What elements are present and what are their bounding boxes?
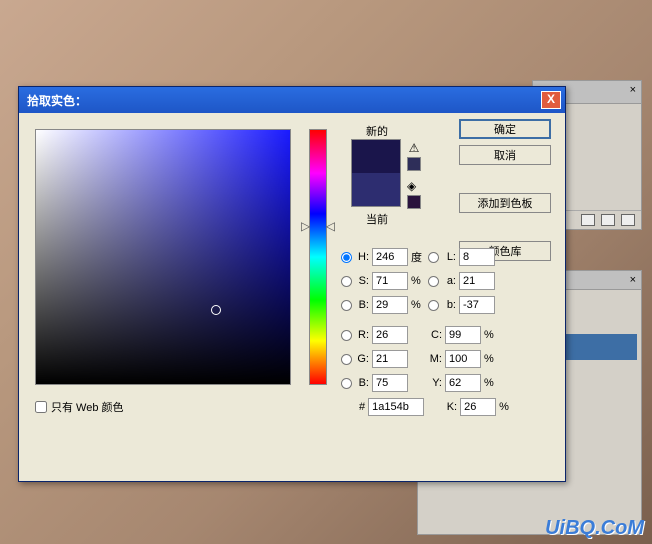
s-radio[interactable]: [341, 276, 352, 287]
k-input[interactable]: [460, 398, 496, 416]
bb-radio[interactable]: [341, 378, 352, 389]
titlebar[interactable]: 拾取实色： X: [19, 87, 565, 113]
y-input[interactable]: [445, 374, 481, 392]
bv-input[interactable]: [372, 296, 408, 314]
close-button[interactable]: X: [541, 91, 561, 109]
footer-icon[interactable]: [601, 214, 615, 226]
c-input[interactable]: [445, 326, 481, 344]
hue-slider[interactable]: [309, 129, 327, 385]
dialog-title: 拾取实色：: [27, 92, 87, 109]
s-input[interactable]: [372, 272, 408, 290]
sv-handle[interactable]: [211, 305, 221, 315]
r-input[interactable]: [372, 326, 408, 344]
l-input[interactable]: [459, 248, 495, 266]
panel-close-icon[interactable]: ×: [630, 274, 636, 286]
color-swatches: [351, 139, 401, 207]
h-input[interactable]: [372, 248, 408, 266]
websafe-swatch[interactable]: [407, 195, 421, 209]
g-radio[interactable]: [341, 354, 352, 365]
g-input[interactable]: [372, 350, 408, 368]
hue-pointer: ▷◁: [301, 219, 335, 233]
websafe-warning-icon[interactable]: ◈: [407, 179, 421, 193]
a-radio[interactable]: [428, 276, 439, 287]
r-radio[interactable]: [341, 330, 352, 341]
hex-input[interactable]: [368, 398, 424, 416]
gamut-warning-icon[interactable]: ⚠: [407, 141, 421, 155]
web-only-label: 只有 Web 颜色: [51, 399, 124, 415]
b-input[interactable]: [459, 296, 495, 314]
new-label: 新的: [351, 123, 403, 139]
a-input[interactable]: [459, 272, 495, 290]
new-color-swatch[interactable]: [352, 140, 400, 173]
current-label: 当前: [351, 211, 403, 227]
m-input[interactable]: [445, 350, 481, 368]
saturation-value-box[interactable]: [35, 129, 291, 385]
h-radio[interactable]: [341, 252, 352, 263]
l-radio[interactable]: [428, 252, 439, 263]
hex-label: #: [341, 401, 365, 413]
panel-close-icon[interactable]: ×: [630, 84, 636, 100]
current-color-swatch[interactable]: [352, 173, 400, 206]
color-picker-dialog: 拾取实色： X ▷◁ 新的 当前 ⚠ ◈ 确定 取消 添加到色板 颜色库 H:度: [18, 86, 566, 482]
bv-radio[interactable]: [341, 300, 352, 311]
cancel-button[interactable]: 取消: [459, 145, 551, 165]
ok-button[interactable]: 确定: [459, 119, 551, 139]
b-radio[interactable]: [428, 300, 439, 311]
color-values: H:度 L: S:% a: B:% b: R: C:% G: M:% B: Y:…: [341, 245, 541, 419]
bb-input[interactable]: [372, 374, 408, 392]
trash-icon[interactable]: [621, 214, 635, 226]
web-only-checkbox[interactable]: [35, 401, 47, 413]
footer-icon[interactable]: [581, 214, 595, 226]
add-swatch-button[interactable]: 添加到色板: [459, 193, 551, 213]
watermark: UiBQ.CoM: [545, 517, 644, 540]
gamut-swatch[interactable]: [407, 157, 421, 171]
